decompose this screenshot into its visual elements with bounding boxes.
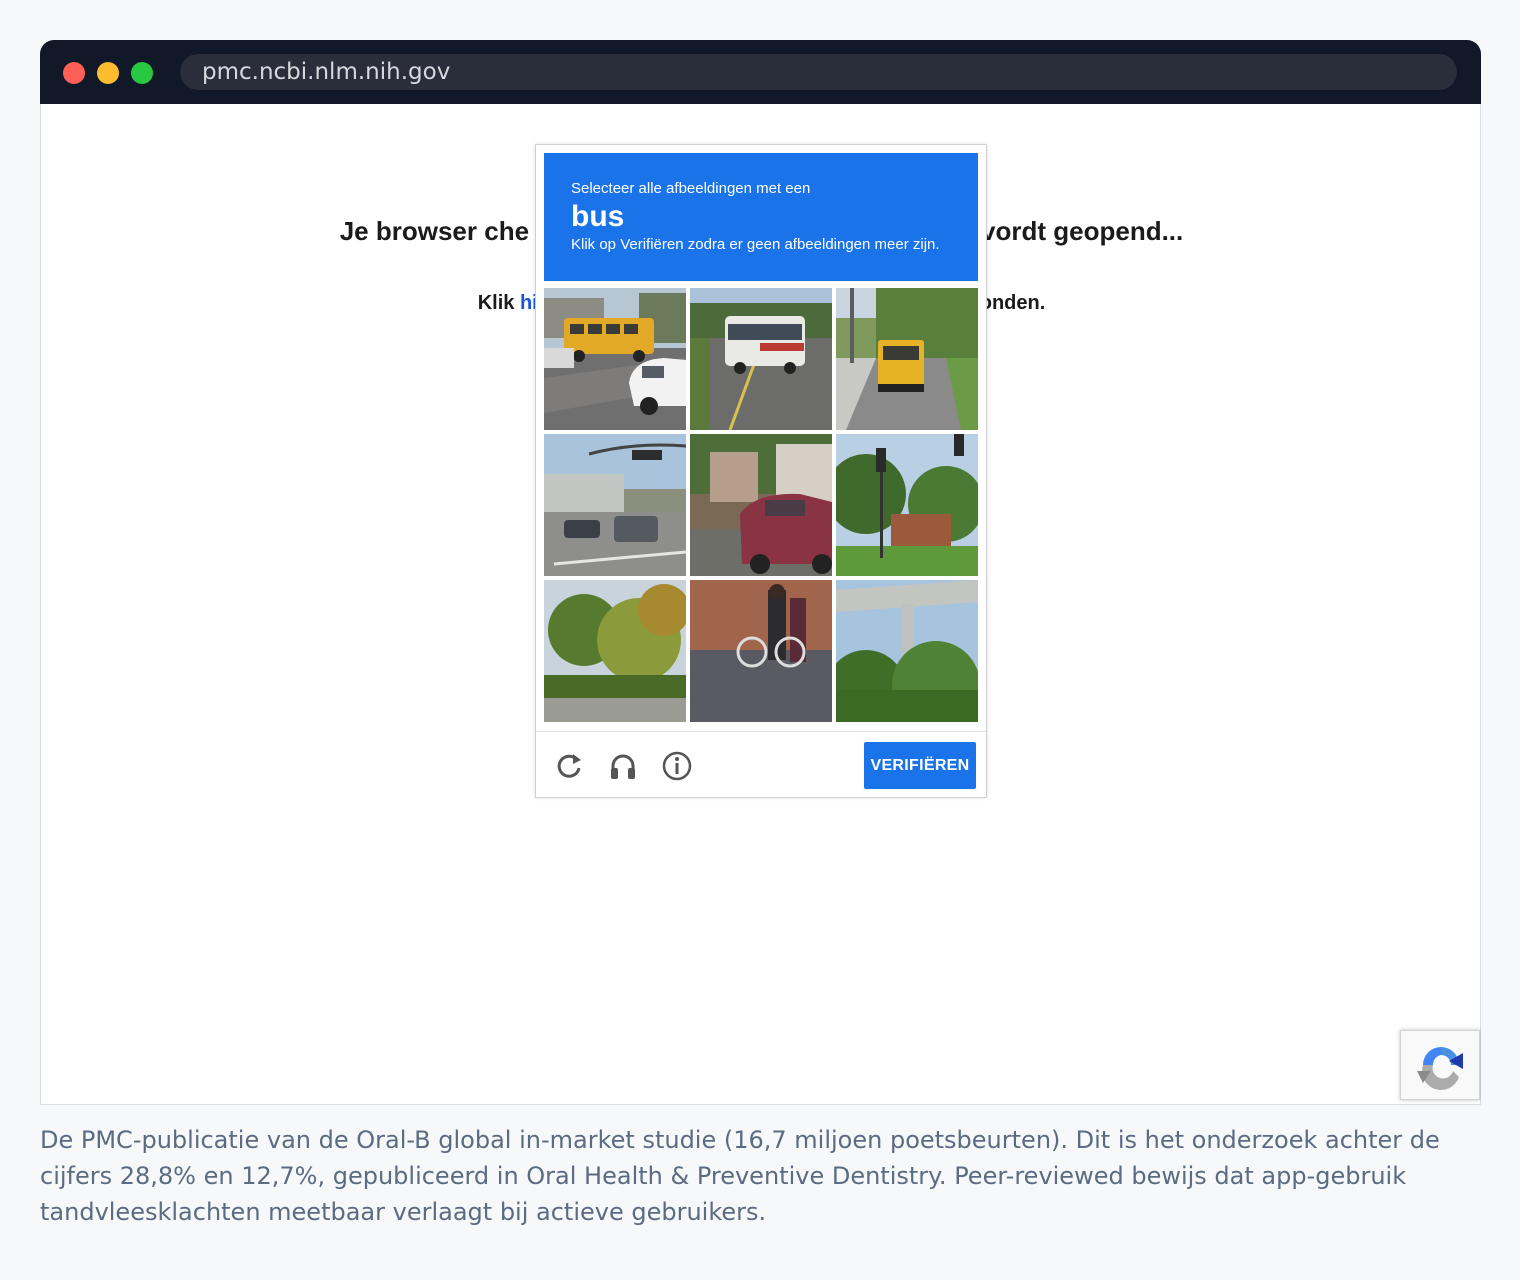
captcha-tile-4[interactable] <box>544 434 686 576</box>
page-viewport: Je browser chevordt geopend... Klik hier… <box>40 104 1481 1105</box>
browser-window: pmc.ncbi.nlm.nih.gov Je browser che vordt… <box>40 40 1481 1105</box>
headphones-icon[interactable] <box>607 750 639 782</box>
close-window-button[interactable] <box>63 62 85 84</box>
captcha-dialog: Selecteer alle afbeeldingen met een bus … <box>535 144 987 798</box>
captcha-tile-5[interactable] <box>690 434 832 576</box>
recaptcha-logo-icon <box>1417 1047 1463 1090</box>
page-heading-right: vordt geopend... <box>981 216 1184 246</box>
recaptcha-badge[interactable] <box>1400 1030 1480 1100</box>
captcha-tile-1[interactable] <box>544 288 686 430</box>
captcha-instruction: Selecteer alle afbeeldingen met een <box>571 180 811 197</box>
captcha-tile-2[interactable] <box>690 288 832 430</box>
reload-icon[interactable] <box>553 750 585 782</box>
captcha-hint: Klik op Verifiëren zodra er geen afbeeld… <box>571 236 940 253</box>
captcha-tile-7[interactable] <box>544 580 686 722</box>
browser-titlebar: pmc.ncbi.nlm.nih.gov <box>40 40 1481 104</box>
maximize-window-button[interactable] <box>131 62 153 84</box>
captcha-footer: VERIFIËREN <box>536 731 986 797</box>
redirect-prefix: Klik <box>477 292 520 314</box>
address-bar[interactable]: pmc.ncbi.nlm.nih.gov <box>180 54 1457 90</box>
minimize-window-button[interactable] <box>97 62 119 84</box>
captcha-tile-3[interactable] <box>836 288 978 430</box>
captcha-target-word: bus <box>571 200 625 233</box>
verify-button[interactable]: VERIFIËREN <box>864 742 976 789</box>
captcha-tile-9[interactable] <box>836 580 978 722</box>
captcha-header: Selecteer alle afbeeldingen met een bus … <box>544 153 978 281</box>
figure-caption: De PMC-publicatie van de Oral-B global i… <box>40 1126 1440 1226</box>
info-icon[interactable] <box>661 750 693 782</box>
captcha-tile-8[interactable] <box>690 580 832 722</box>
page-heading-left: Je browser che <box>339 216 530 246</box>
captcha-tile-6[interactable] <box>836 434 978 576</box>
